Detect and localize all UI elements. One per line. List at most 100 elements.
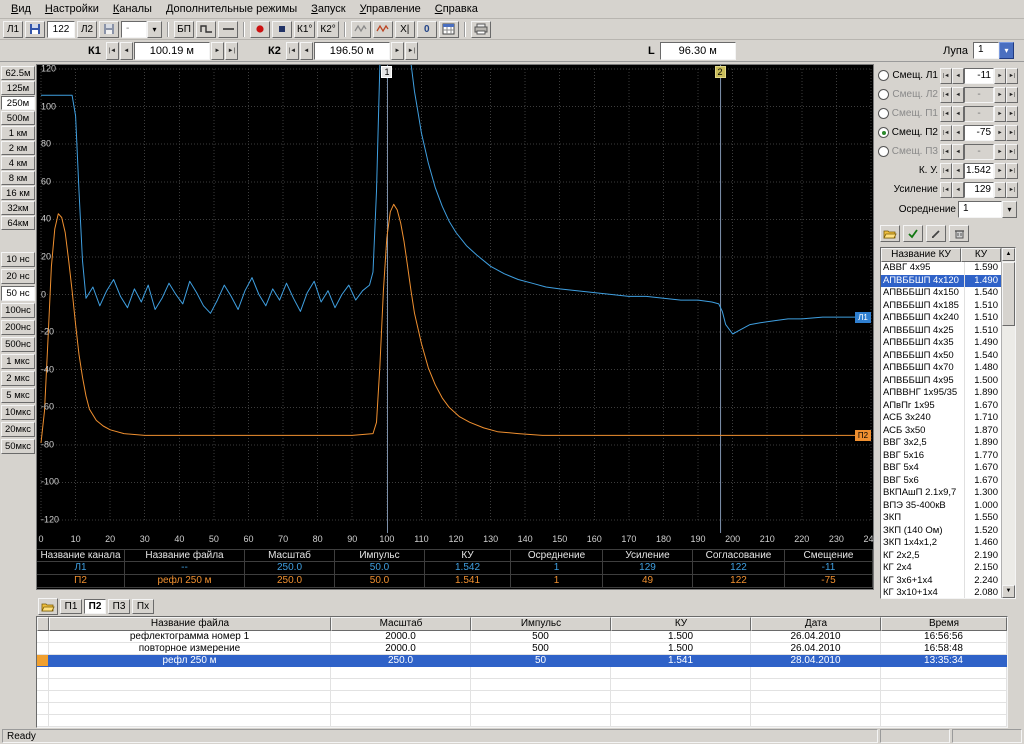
spin-first-button[interactable]: |◄ (940, 163, 952, 179)
pulse-shape-button[interactable] (196, 21, 216, 38)
menu-item[interactable]: Настройки (38, 1, 106, 17)
ku-row[interactable]: АПвПг 1х951.670 (881, 400, 1001, 413)
spin-value[interactable]: 1.542 (964, 163, 994, 179)
file-row[interactable]: рефл 250 м250.0501.54128.04.201013:35:34 (37, 655, 1007, 667)
spin-last-button[interactable]: ►| (1006, 68, 1018, 84)
file-open-button[interactable] (38, 598, 58, 615)
spin-first-button[interactable]: |◄ (940, 68, 952, 84)
table-view-button[interactable] (439, 21, 459, 38)
file-col-header[interactable]: Дата (751, 617, 881, 631)
zero-button[interactable]: 0 (417, 21, 437, 38)
spin-inc-button[interactable]: ► (994, 182, 1006, 198)
spin-first-button[interactable]: |◄ (940, 182, 952, 198)
file-col-header[interactable]: Импульс (471, 617, 611, 631)
channel-l1-button[interactable]: Л1 (3, 21, 23, 38)
l2-select-value[interactable]: - (121, 21, 147, 38)
range-button-8 км[interactable]: 8 км (1, 171, 35, 185)
ku-row[interactable]: ВВГ 5х41.670 (881, 462, 1001, 475)
k1-first-button[interactable]: |◄ (106, 42, 119, 60)
file-col-header[interactable]: Название файла (49, 617, 331, 631)
record-button[interactable] (250, 21, 270, 38)
range-button-4 км[interactable]: 4 км (1, 156, 35, 170)
wave-gray-button[interactable] (351, 21, 371, 38)
ku-row[interactable]: АПВВНГ 1х95/351.890 (881, 387, 1001, 400)
range-button-62.5м[interactable]: 62.5м (1, 66, 35, 80)
lupa-select[interactable]: 1 ▾ (973, 42, 1014, 59)
spin-inc-button[interactable]: ► (994, 106, 1006, 122)
range-button-32км[interactable]: 32км (1, 201, 35, 215)
ku-row[interactable]: ВВГ 5х61.670 (881, 475, 1001, 488)
range-button-20мкс[interactable]: 20мкс (1, 422, 35, 437)
file-tab-П1[interactable]: П1 (60, 599, 82, 614)
k1-value[interactable]: 100.19 м (134, 42, 210, 60)
ku-row[interactable]: КГ 3х6+1х42.240 (881, 575, 1001, 588)
scroll-down-icon[interactable]: ▼ (1002, 585, 1015, 598)
save-l2-button[interactable] (99, 21, 119, 38)
chevron-down-icon[interactable]: ▾ (999, 42, 1014, 59)
offset-radio[interactable] (878, 89, 889, 100)
spin-last-button[interactable]: ►| (1006, 125, 1018, 141)
spin-dec-button[interactable]: ◄ (952, 106, 964, 122)
ku-row[interactable]: КГ 3х10+1х42.080 (881, 587, 1001, 598)
spin-dec-button[interactable]: ◄ (952, 163, 964, 179)
spin-value[interactable]: -11 (964, 68, 994, 84)
range-button-500м[interactable]: 500м (1, 111, 35, 125)
k1-dec-button[interactable]: ◄ (120, 42, 133, 60)
range-button-5 мкс[interactable]: 5 мкс (1, 388, 35, 403)
file-col-header[interactable]: КУ (611, 617, 751, 631)
spin-first-button[interactable]: |◄ (940, 87, 952, 103)
k1-inc-button[interactable]: ► (211, 42, 224, 60)
ku-row[interactable]: ЗКП (140 Ом)1.520 (881, 525, 1001, 538)
marker-k2-button[interactable]: К2° (317, 21, 338, 38)
spin-first-button[interactable]: |◄ (940, 125, 952, 141)
ku-row[interactable]: АПВББШП 4х1201.490 (881, 275, 1001, 288)
ku-row[interactable]: ВВГ 3х2,51.890 (881, 437, 1001, 450)
save-l1-button[interactable] (25, 21, 45, 38)
ku-row[interactable]: АСБ 3х2401.710 (881, 412, 1001, 425)
spin-value[interactable]: -75 (964, 125, 994, 141)
ku-row[interactable]: АПВББШП 4х2401.510 (881, 312, 1001, 325)
menu-item[interactable]: Каналы (106, 1, 159, 17)
file-col-header[interactable]: Масштаб (331, 617, 471, 631)
averaging-select[interactable]: 1 ▾ (958, 201, 1017, 218)
range-button-2 км[interactable]: 2 км (1, 141, 35, 155)
spin-dec-button[interactable]: ◄ (952, 144, 964, 160)
ku-row[interactable]: ЗКП1.550 (881, 512, 1001, 525)
ku-row[interactable]: ЗКП 1х4х1,21.460 (881, 537, 1001, 550)
k2-inc-button[interactable]: ► (391, 42, 404, 60)
wave-color-button[interactable] (373, 21, 393, 38)
marker-flag-2[interactable]: 2 (715, 66, 726, 78)
bp-button[interactable]: БП (174, 21, 194, 38)
print-button[interactable] (471, 21, 491, 38)
l1-gain-box[interactable]: 122 (47, 21, 75, 38)
channel-row-Л1[interactable]: Л1--250.050.01.5421129122-11 (37, 562, 873, 575)
ku-row[interactable]: АПВББШП 4х701.480 (881, 362, 1001, 375)
ku-row[interactable]: КГ 2х42.150 (881, 562, 1001, 575)
spin-inc-button[interactable]: ► (994, 125, 1006, 141)
offset-radio[interactable] (878, 146, 889, 157)
k2-first-button[interactable]: |◄ (286, 42, 299, 60)
spin-inc-button[interactable]: ► (994, 87, 1006, 103)
spin-last-button[interactable]: ►| (1006, 144, 1018, 160)
ku-row[interactable]: ВКПАшП 2.1х9,71.300 (881, 487, 1001, 500)
spin-value[interactable]: - (964, 106, 994, 122)
spin-last-button[interactable]: ►| (1006, 163, 1018, 179)
range-button-1 мкс[interactable]: 1 мкс (1, 354, 35, 369)
ku-row[interactable]: АВВГ 4х951.590 (881, 262, 1001, 275)
averaging-value[interactable]: 1 (958, 201, 1002, 218)
menu-item[interactable]: Справка (428, 1, 485, 17)
l2-select[interactable]: - ▾ (121, 21, 162, 38)
marker-flag-1[interactable]: 1 (381, 66, 392, 78)
range-button-2 мкс[interactable]: 2 мкс (1, 371, 35, 386)
spin-inc-button[interactable]: ► (994, 144, 1006, 160)
chevron-down-icon[interactable]: ▾ (147, 21, 162, 38)
ku-row[interactable]: АПВББШП 4х1501.540 (881, 287, 1001, 300)
spin-dec-button[interactable]: ◄ (952, 125, 964, 141)
file-row[interactable]: рефлектограмма номер 12000.05001.50026.0… (37, 631, 1007, 643)
range-button-10 нс[interactable]: 10 нс (1, 252, 35, 267)
ku-edit-button[interactable] (926, 225, 946, 242)
spin-dec-button[interactable]: ◄ (952, 68, 964, 84)
stop-button[interactable] (272, 21, 292, 38)
ku-name-column-header[interactable]: Название КУ (881, 248, 961, 262)
offset-radio[interactable] (878, 70, 889, 81)
